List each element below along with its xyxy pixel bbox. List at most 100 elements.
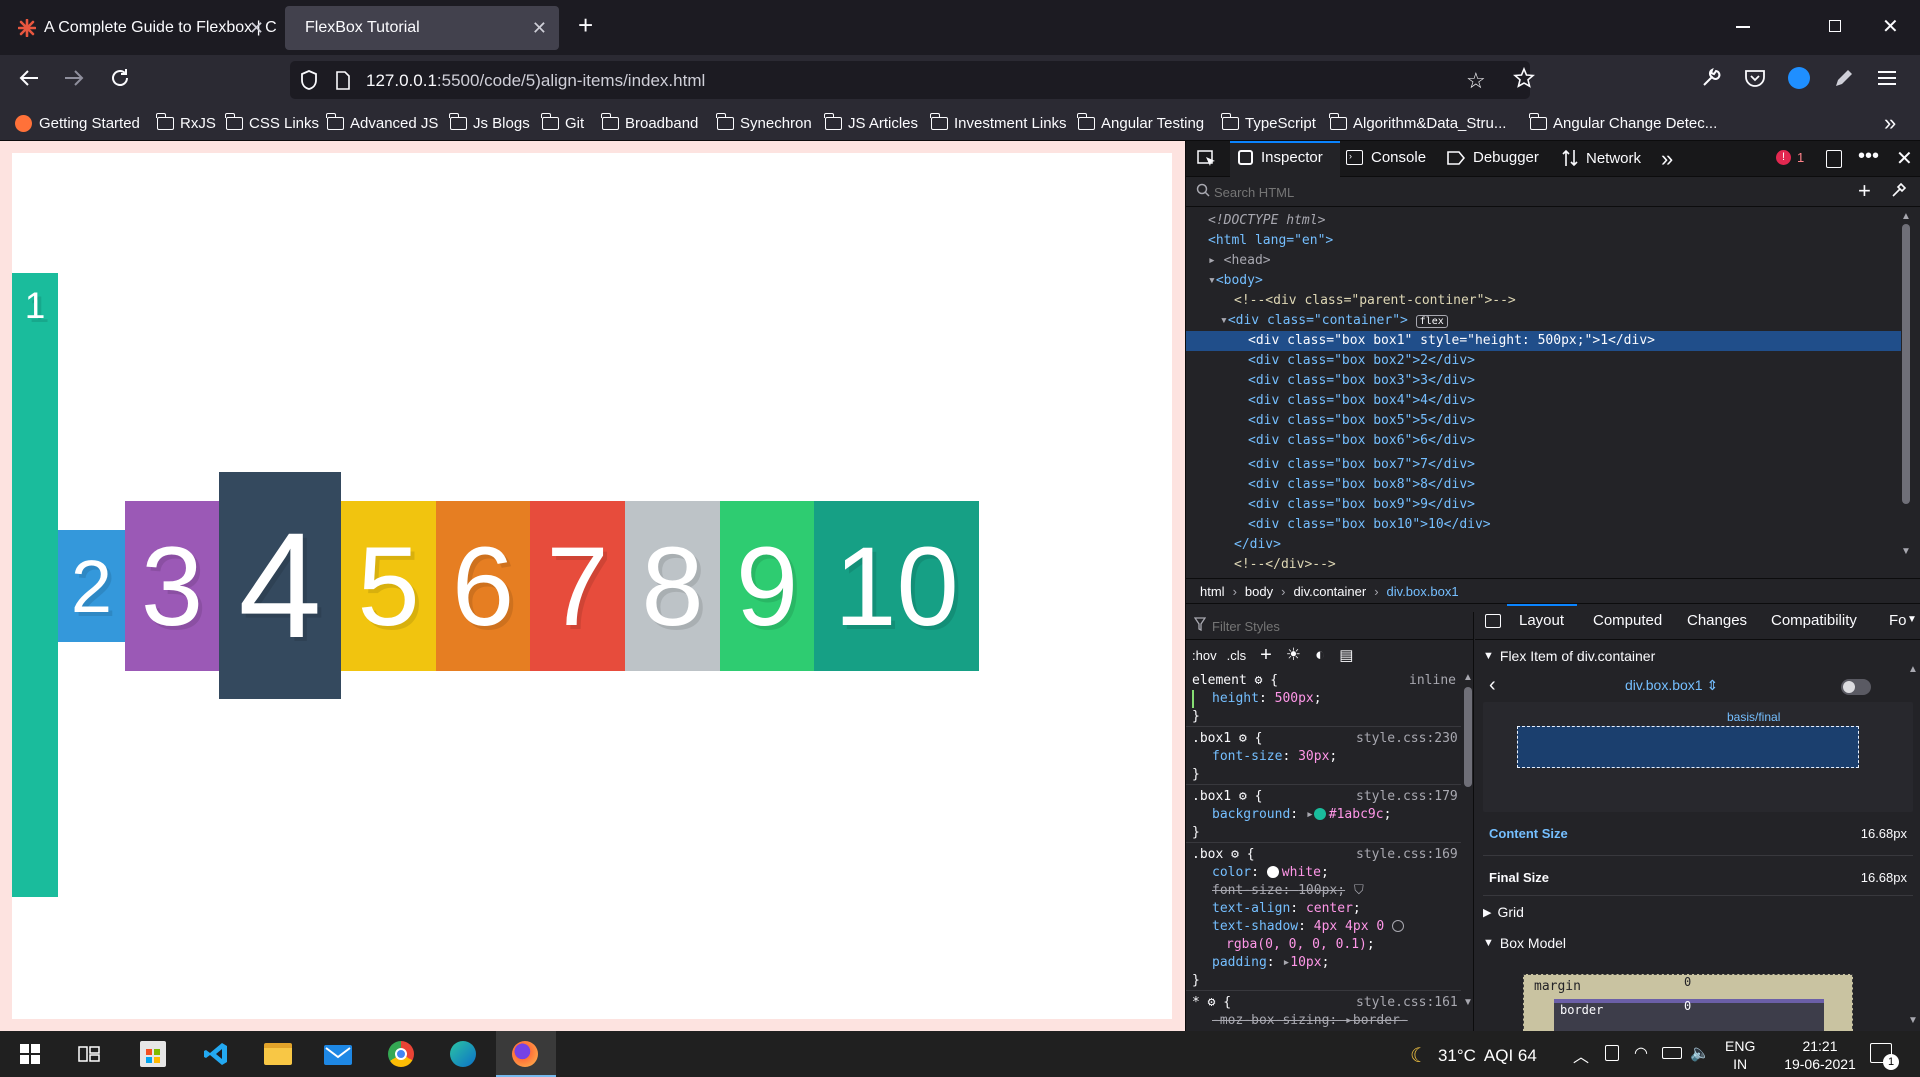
tab-network[interactable]: Network: [1562, 149, 1641, 167]
property-value[interactable]: 4px 4px 0: [1314, 919, 1384, 934]
color-swatch-icon[interactable]: [1313, 808, 1326, 820]
volume-icon[interactable]: 🔈: [1690, 1043, 1710, 1063]
markup-line[interactable]: ▾<body>: [1186, 271, 1901, 291]
scrollbar-thumb[interactable]: [1902, 224, 1910, 504]
chrome-icon[interactable]: [388, 1041, 414, 1067]
declaration[interactable]: padding: ▸10px;: [1212, 954, 1329, 972]
tray-device-icon[interactable]: [1605, 1045, 1619, 1061]
breadcrumb-item[interactable]: div.container: [1293, 584, 1366, 599]
shield-icon[interactable]: [299, 69, 319, 91]
declaration[interactable]: height: 500px;: [1192, 690, 1322, 708]
tab-layout[interactable]: Layout: [1519, 612, 1564, 629]
markup-line[interactable]: <!DOCTYPE html>: [1186, 211, 1901, 231]
property-value[interactable]: white: [1282, 865, 1321, 880]
vscode-icon[interactable]: [203, 1041, 229, 1067]
windows-start-icon[interactable]: [20, 1044, 40, 1064]
declaration[interactable]: background: ▸ #1abc9c;: [1212, 806, 1391, 824]
markup-line[interactable]: <html lang="en">: [1186, 231, 1901, 251]
tab-debugger[interactable]: Debugger: [1447, 149, 1539, 166]
tab-flexbox-guide[interactable]: A Complete Guide to Flexbox | C ✕: [6, 6, 276, 50]
dock-side-icon[interactable]: [1826, 150, 1842, 168]
property-name[interactable]: font-size: [1212, 749, 1282, 764]
add-node-icon[interactable]: +: [1858, 178, 1871, 204]
declaration[interactable]: text-align: center;: [1212, 900, 1361, 918]
highlight-toggle[interactable]: [1841, 679, 1871, 695]
gear-icon[interactable]: ⚙: [1208, 995, 1216, 1010]
rule-source[interactable]: style.css:161: [1356, 994, 1458, 1012]
bookmark-star-icon[interactable]: ☆: [1466, 68, 1486, 94]
gear-icon[interactable]: ⚙: [1231, 847, 1239, 862]
markup-line[interactable]: <div class="box box4">4</div>: [1186, 391, 1901, 411]
scroll-down-arrow-icon[interactable]: ▼: [1462, 997, 1473, 1008]
declaration-continued[interactable]: rgba(0, 0, 0, 0.1);: [1226, 936, 1375, 954]
weather-widget[interactable]: ☾ 31°C AQI 64: [1410, 1043, 1537, 1068]
scroll-up-arrow-icon[interactable]: ▲: [1900, 211, 1912, 222]
tab-fonts[interactable]: Fo: [1889, 612, 1907, 629]
tab-changes[interactable]: Changes: [1687, 612, 1747, 629]
bookmark-folder-git[interactable]: Git: [541, 113, 584, 132]
gear-icon[interactable]: ⚙: [1239, 789, 1247, 804]
devtools-menu-icon[interactable]: •••: [1858, 145, 1879, 168]
scroll-down-arrow-icon[interactable]: ▼: [1900, 546, 1912, 557]
mail-icon[interactable]: [324, 1045, 352, 1065]
property-value[interactable]: rgba(0, 0, 0, 0.1): [1226, 937, 1367, 952]
print-simulation-icon[interactable]: ▤: [1339, 646, 1353, 664]
firefox-taskbar-button[interactable]: [496, 1031, 556, 1077]
markup-line[interactable]: <div class="box box2">2</div>: [1186, 351, 1901, 371]
declaration[interactable]: color: white;: [1212, 864, 1329, 882]
scroll-up-arrow-icon[interactable]: ▲: [1907, 664, 1919, 675]
bookmark-folder-js-blogs[interactable]: Js Blogs: [449, 113, 530, 132]
overridden-filter-icon[interactable]: ⛉: [1354, 882, 1364, 900]
close-tab-icon[interactable]: ✕: [532, 18, 547, 39]
restore-icon[interactable]: [1829, 20, 1841, 32]
rule-source[interactable]: style.css:169: [1356, 846, 1458, 864]
bookmark-folder-broadband[interactable]: Broadband: [601, 113, 698, 132]
border-top-value[interactable]: 0: [1684, 999, 1691, 1013]
tab-compatibility[interactable]: Compatibility: [1771, 612, 1857, 629]
bookmark-folder-angular-change[interactable]: Angular Change Detec...: [1529, 113, 1717, 132]
element-picker-icon[interactable]: [1197, 150, 1217, 168]
back-chevron-icon[interactable]: ‹: [1489, 674, 1496, 697]
bookmark-folder-algorithm[interactable]: Algorithm&Data_Stru...: [1329, 113, 1506, 132]
markup-line[interactable]: ▸ <head>: [1186, 251, 1901, 271]
breadcrumb-item-selected[interactable]: div.box.box1: [1387, 584, 1459, 599]
bookmarks-overflow-icon[interactable]: »: [1884, 110, 1896, 136]
bookmark-folder-advanced-js[interactable]: Advanced JS: [326, 113, 438, 132]
declaration[interactable]: font-size: 30px;: [1212, 748, 1337, 766]
markup-line[interactable]: <!--</div>-->: [1186, 555, 1901, 575]
dark-theme-icon[interactable]: ◐: [1315, 645, 1325, 665]
gear-icon[interactable]: ⚙: [1255, 673, 1263, 688]
light-theme-icon[interactable]: ☀: [1286, 645, 1301, 665]
flex-item-header[interactable]: ▼ Flex Item of div.container: [1483, 648, 1655, 664]
property-value[interactable]: 100px: [1298, 883, 1337, 898]
color-swatch-icon[interactable]: [1392, 920, 1405, 932]
more-tabs-icon[interactable]: »: [1661, 146, 1673, 172]
menu-icon[interactable]: [1878, 70, 1896, 86]
bookmark-folder-typescript[interactable]: TypeScript: [1221, 113, 1316, 132]
bookmark-folder-rxjs[interactable]: RxJS: [156, 113, 216, 132]
hov-toggle[interactable]: :hov: [1192, 648, 1217, 663]
property-name[interactable]: color: [1212, 865, 1251, 880]
error-count[interactable]: ! 1: [1776, 150, 1804, 165]
markup-line[interactable]: <div class="box box5">5</div>: [1186, 411, 1901, 431]
close-tab-icon[interactable]: ✕: [249, 18, 264, 39]
property-value[interactable]: #1abc9c: [1329, 807, 1384, 822]
bookmark-folder-css-links[interactable]: CSS Links: [225, 113, 319, 132]
markup-line[interactable]: <div class="box box6">6</div>: [1186, 431, 1901, 451]
add-rule-icon[interactable]: +: [1260, 644, 1272, 667]
rules-scrollbar[interactable]: ▲ ▼: [1462, 672, 1473, 1027]
markup-line[interactable]: <div class="box box7">7</div>: [1186, 457, 1901, 475]
property-name[interactable]: padding: [1212, 955, 1267, 970]
property-value[interactable]: 10px: [1290, 955, 1321, 970]
rule-source[interactable]: inline: [1398, 672, 1456, 690]
markup-line[interactable]: <div class="box box8">8</div>: [1186, 475, 1901, 495]
bookmark-getting-started[interactable]: Getting Started: [15, 115, 140, 132]
input-language[interactable]: ENG IN: [1725, 1037, 1755, 1073]
cls-toggle[interactable]: .cls: [1227, 648, 1247, 663]
markup-line[interactable]: </div>: [1186, 535, 1901, 555]
task-view-icon[interactable]: [78, 1045, 100, 1063]
property-name[interactable]: text-align: [1212, 901, 1290, 916]
flex-badge[interactable]: flex: [1415, 315, 1448, 328]
tab-console[interactable]: › Console: [1346, 149, 1426, 166]
gear-icon[interactable]: ⚙: [1239, 731, 1247, 746]
